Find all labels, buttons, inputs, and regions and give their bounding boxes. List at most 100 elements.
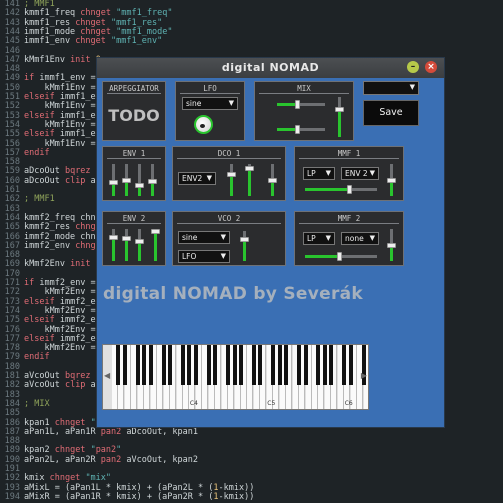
black-key[interactable]	[329, 345, 334, 385]
black-key[interactable]	[348, 345, 353, 385]
mmf2-freq-slider[interactable]	[305, 252, 377, 261]
dco1-mode-select[interactable]: ENV2 ▼	[178, 172, 216, 185]
chevron-down-icon: ▼	[369, 234, 375, 242]
mmf1-res-slider[interactable]	[387, 164, 396, 196]
black-key[interactable]	[168, 345, 173, 385]
black-key[interactable]	[297, 345, 302, 385]
black-key[interactable]	[251, 345, 256, 385]
black-key[interactable]	[213, 345, 218, 385]
code-line[interactable]: 145 immf1_env chnget "mmf1_env"	[0, 36, 163, 47]
plugin-window: digital NOMAD – × ARPEGGIATOR TODO LFO s…	[96, 57, 445, 428]
code-line[interactable]: 187 aPan1L, aPan1R pan2 aDcoOut, kpan1	[0, 427, 198, 438]
mmf1-env-select[interactable]: ENV 2 ▼	[341, 167, 379, 180]
black-key[interactable]	[342, 345, 347, 385]
chevron-down-icon: ▼	[325, 169, 331, 177]
title-bar[interactable]: digital NOMAD – ×	[97, 58, 444, 78]
mix-slider[interactable]	[335, 97, 344, 137]
minimize-icon[interactable]: –	[407, 61, 419, 73]
dco1-slider-2[interactable]	[245, 164, 254, 196]
black-key[interactable]	[271, 345, 276, 385]
code-text: endif	[24, 147, 50, 158]
dco1-slider-1[interactable]	[227, 164, 236, 196]
dco1-slider-3[interactable]	[268, 164, 277, 196]
chevron-down-icon: ▼	[409, 83, 415, 91]
env1-sustain-slider[interactable]	[135, 164, 144, 196]
mmf1-panel: MMF 1 LP ▼ ENV 2 ▼	[294, 146, 404, 201]
code-line[interactable]: 190 aPan2L, aPan2R pan2 aVcoOut, kpan2	[0, 455, 198, 466]
code-text: aVcoOut clip aV	[24, 380, 101, 391]
lfo-title: LFO	[203, 84, 217, 93]
save-button[interactable]: Save	[363, 100, 419, 126]
env1-panel: ENV 1	[102, 146, 166, 201]
black-key[interactable]	[148, 345, 153, 385]
divider	[177, 158, 281, 159]
pan2-slider[interactable]	[277, 125, 325, 134]
mmf2-res-slider[interactable]	[387, 229, 396, 261]
divider	[107, 223, 161, 224]
code-text: kMmf1Env init 0	[24, 54, 101, 65]
mmf1-mode-value: LP	[307, 169, 316, 178]
black-key[interactable]	[239, 345, 243, 385]
close-icon[interactable]: ×	[425, 61, 437, 73]
black-key[interactable]	[142, 345, 147, 385]
black-key[interactable]	[322, 345, 327, 385]
vco2-slider[interactable]	[240, 231, 249, 261]
vco2-wave-select[interactable]: sine ▼	[178, 231, 230, 244]
env1-attack-slider[interactable]	[109, 164, 118, 196]
chevron-down-icon: ▼	[220, 252, 226, 260]
black-key[interactable]	[206, 345, 211, 385]
black-key[interactable]	[303, 345, 308, 385]
keyboard-scroll-right-icon[interactable]: ▶	[361, 371, 367, 380]
lfo-wave-select[interactable]: sine ▼	[182, 97, 238, 110]
code-line[interactable]: 194 aMixR = (aPan1R * kmix) + (aPan2R * (…	[0, 491, 255, 503]
vco2-mod-value: LFO	[182, 252, 197, 261]
knob-indicator	[200, 124, 205, 128]
chevron-down-icon: ▼	[369, 169, 375, 177]
key-octave-label: C6	[344, 400, 353, 407]
mmf2-mode-select[interactable]: LP ▼	[303, 232, 335, 245]
env2-release-slider[interactable]	[151, 229, 160, 261]
chevron-down-icon: ▼	[325, 234, 331, 242]
arpeggiator-todo: TODO	[108, 106, 160, 125]
black-key[interactable]	[161, 345, 166, 385]
arpeggiator-panel: ARPEGGIATOR TODO	[102, 81, 166, 141]
dco1-title: DCO 1	[217, 149, 241, 158]
black-key[interactable]	[122, 345, 127, 385]
piano-keyboard[interactable]: C4 C5 C6 ◀ ▶	[102, 344, 369, 410]
black-key[interactable]	[187, 345, 192, 385]
lfo-rate-knob[interactable]	[194, 115, 213, 134]
divider	[299, 158, 399, 159]
divider	[177, 223, 281, 224]
env2-attack-slider[interactable]	[109, 229, 118, 261]
black-key[interactable]	[316, 345, 321, 385]
env1-decay-slider[interactable]	[122, 164, 131, 196]
env2-title: ENV 2	[122, 214, 146, 223]
divider	[107, 93, 161, 94]
black-key[interactable]	[284, 345, 289, 385]
line-number: 194	[4, 491, 20, 502]
mmf1-mode-select[interactable]: LP ▼	[303, 167, 335, 180]
env2-sustain-slider[interactable]	[135, 229, 144, 261]
mmf1-freq-slider[interactable]	[305, 185, 377, 194]
black-key[interactable]	[277, 345, 282, 385]
black-key[interactable]	[258, 345, 263, 385]
black-key[interactable]	[193, 345, 198, 385]
black-key[interactable]	[232, 345, 237, 385]
dco1-panel: DCO 1 ENV2 ▼	[172, 146, 286, 201]
black-key[interactable]	[226, 345, 231, 385]
lfo-wave-value: sine	[186, 99, 202, 108]
code-text: aMixR = (aPan1R * kmix) + (aPan2R * (1-k…	[24, 491, 255, 502]
keyboard-scroll-left-icon[interactable]: ◀	[104, 371, 110, 380]
env2-decay-slider[interactable]	[122, 229, 131, 261]
pan1-slider[interactable]	[277, 100, 325, 109]
black-key[interactable]	[135, 345, 140, 385]
env1-release-slider[interactable]	[148, 164, 157, 196]
env2-panel: ENV 2	[102, 211, 166, 266]
code-text: endif	[24, 352, 50, 363]
vco2-title: VCO 2	[217, 214, 241, 223]
black-key[interactable]	[116, 345, 121, 385]
black-key[interactable]	[180, 345, 185, 385]
vco2-mod-select[interactable]: LFO ▼	[178, 250, 230, 263]
preset-select[interactable]: ▼	[363, 81, 419, 95]
mmf2-env-select[interactable]: none ▼	[341, 232, 379, 245]
